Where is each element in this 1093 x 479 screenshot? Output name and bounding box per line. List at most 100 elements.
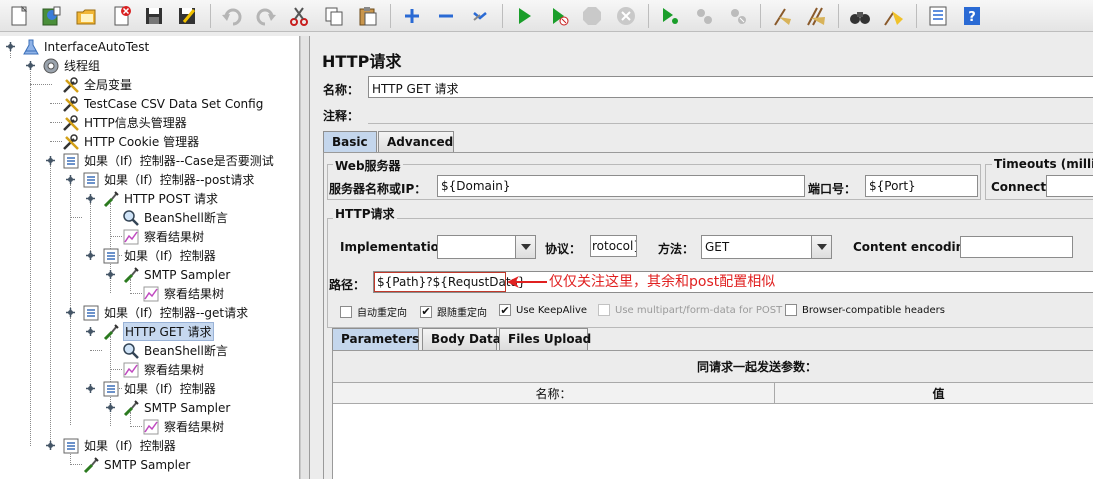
tree-node[interactable]: SMTP Sampler [82,455,191,474]
protocol-input[interactable]: rotocol} [590,235,637,257]
tree-collapse-handle[interactable] [106,270,115,279]
stop-icon[interactable] [578,2,606,30]
save-icon[interactable] [140,2,168,30]
tab-basic[interactable]: Basic [323,131,377,153]
auto-redirect-checkbox[interactable]: 自动重定向 [340,304,407,319]
copy-icon[interactable] [320,2,348,30]
collapse-icon[interactable] [432,2,460,30]
checkbox-box [598,304,610,316]
tree-collapse-handle[interactable] [6,42,15,51]
annotation-text: 仅仅关注这里，其余和post配置相似 [549,274,776,290]
method-label: 方法： [658,242,695,256]
start-icon[interactable] [510,2,538,30]
expand-icon[interactable] [398,2,426,30]
tree-node[interactable]: 察看结果树 [142,284,225,303]
function-helper-icon[interactable] [924,2,952,30]
connect-timeout-input[interactable] [1046,175,1093,197]
comment-input[interactable] [368,102,1093,124]
tree-node[interactable]: HTTP Cookie 管理器 [62,132,200,151]
shutdown-icon[interactable] [612,2,640,30]
method-value: GET [705,240,730,254]
search-icon[interactable] [846,2,874,30]
follow-redirect-checkbox[interactable]: ✔ 跟随重定向 [420,304,487,319]
remote-start-icon[interactable] [656,2,684,30]
tab-body-data[interactable]: Body Data [422,328,501,350]
tree-collapse-handle[interactable] [106,403,115,412]
new-icon[interactable] [5,2,33,30]
close-icon[interactable] [108,2,136,30]
tree-node[interactable]: BeanShell断言 [122,208,229,227]
tree-node[interactable]: 如果（If）控制器--get请求 [82,303,249,322]
tree-collapse-handle[interactable] [86,327,95,336]
comment-label: 注释： [323,109,360,123]
tree-node[interactable]: 如果（If）控制器 [102,379,217,398]
config-element-icon [62,76,80,94]
tree-collapse-handle[interactable] [86,384,95,393]
sampler-icon [122,399,140,417]
tree-node[interactable]: 察看结果树 [122,360,205,379]
clear-icon[interactable] [768,2,796,30]
help-icon[interactable]: ? [958,2,986,30]
keepalive-checkbox[interactable]: ✔ Use KeepAlive [499,304,587,316]
tree-collapse-handle[interactable] [66,175,75,184]
toolbar: ? [0,0,1093,32]
path-input[interactable]: ${Path}?${RequstData} [374,272,526,292]
remote-shutdown-icon[interactable] [724,2,752,30]
tree-node[interactable]: 全局变量 [62,75,133,94]
remote-stop-icon[interactable] [690,2,718,30]
clear-all-icon[interactable] [802,2,830,30]
templates-icon[interactable] [37,2,65,30]
tab-files-upload[interactable]: Files Upload [499,328,591,350]
tree-node[interactable]: 如果（If）控制器 [102,246,217,265]
tree-node[interactable]: SMTP Sampler [122,265,231,284]
server-input[interactable]: ${Domain} [437,175,805,197]
save-as-icon[interactable] [173,2,201,30]
tree-node[interactable]: HTTP POST 请求 [102,189,219,208]
content-encoding-label: Content encoding: [853,240,978,254]
tree-node[interactable]: BeanShell断言 [122,341,229,360]
tree-collapse-handle[interactable] [46,441,55,450]
paste-icon[interactable] [354,2,382,30]
col-name-header[interactable]: 名称： [333,383,775,403]
open-icon[interactable] [72,2,100,30]
reset-search-icon[interactable] [880,2,908,30]
protocol-label: 协议： [545,242,582,256]
test-plan-tree[interactable]: InterfaceAutoTest 线程组 全局变量 TestCase CSV … [0,36,300,479]
tree-collapse-handle[interactable] [86,251,95,260]
content-encoding-input[interactable] [960,236,1073,258]
implementation-select[interactable] [437,235,536,259]
tree-collapse-handle[interactable] [86,194,95,203]
browser-compatible-checkbox[interactable]: Browser-compatible headers [785,304,945,316]
col-value-header[interactable]: 值 [776,383,1093,403]
multipart-checkbox[interactable]: Use multipart/form-data for POST [598,304,782,316]
tree-node[interactable]: HTTP信息头管理器 [62,113,188,132]
tree-node[interactable]: 如果（If）控制器--Case是否要测试 [62,151,275,170]
toggle-icon[interactable] [466,2,494,30]
split-pane-divider[interactable] [300,36,310,479]
tree-collapse-handle[interactable] [46,156,55,165]
port-input[interactable]: ${Port} [865,175,978,197]
start-no-pause-icon[interactable] [545,2,573,30]
tree-node-selected[interactable]: HTTP GET 请求 [102,322,214,341]
redo-icon[interactable] [252,2,280,30]
undo-icon[interactable] [218,2,246,30]
params-title: 同请求一起发送参数： [696,359,817,374]
tree-node[interactable]: 如果（If）控制器--post请求 [82,170,255,189]
method-select[interactable]: GET [701,235,832,259]
params-table-body[interactable] [333,404,1093,479]
tree-node[interactable]: 线程组 [42,56,101,75]
cut-icon[interactable] [285,2,313,30]
tree-collapse-handle[interactable] [66,308,75,317]
tree-node[interactable]: InterfaceAutoTest [22,37,150,56]
tree-node[interactable]: 察看结果树 [142,417,225,436]
tree-node[interactable]: 察看结果树 [122,227,205,246]
name-input[interactable]: HTTP GET 请求 [368,76,1093,98]
tab-parameters[interactable]: Parameters [332,328,419,350]
tree-node[interactable]: 如果（If）控制器 [62,436,177,455]
implementation-label: Implementation: [340,240,453,254]
tab-advanced[interactable]: Advanced [378,131,454,153]
tree-collapse-handle[interactable] [26,61,35,70]
test-plan-icon [22,38,40,56]
tree-node[interactable]: SMTP Sampler [122,398,231,417]
tree-node[interactable]: TestCase CSV Data Set Config [62,94,264,113]
